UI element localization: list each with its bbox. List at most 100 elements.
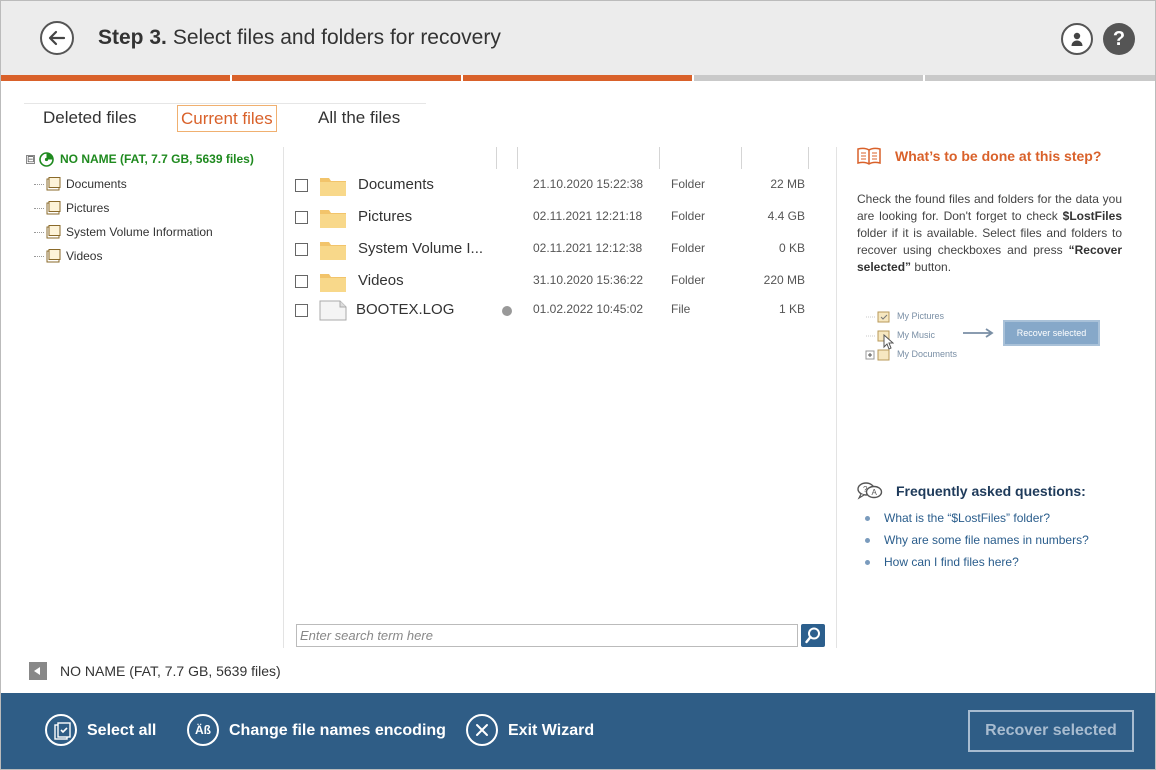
search-input[interactable] — [296, 624, 798, 647]
view-tabs: Deleted files Current files All the file… — [24, 103, 426, 133]
folder-icon — [46, 201, 61, 220]
file-type: Folder — [671, 241, 706, 255]
close-icon — [466, 714, 498, 746]
file-name: System Volume I... — [358, 240, 484, 257]
file-date: 21.10.2020 15:22:38 — [533, 177, 644, 191]
illustration-label: My Documents — [897, 349, 958, 359]
file-checkbox[interactable] — [295, 211, 308, 224]
folder-icon — [319, 269, 347, 298]
column-separator[interactable] — [808, 147, 809, 169]
file-type: Folder — [671, 177, 706, 191]
file-row[interactable]: Videos 31.10.2020 15:36:22 Folder 220 MB — [295, 268, 815, 294]
file-row[interactable]: System Volume I... 02.11.2021 12:12:38 F… — [295, 236, 815, 262]
faq-link-text[interactable]: What is the “$LostFiles” folder? — [884, 511, 1050, 525]
faq-link-text[interactable]: Why are some file names in numbers? — [884, 533, 1089, 547]
column-separator[interactable] — [741, 147, 742, 169]
help-button[interactable]: ? — [1103, 23, 1135, 55]
illustration-recover-button: Recover selected — [1003, 320, 1100, 346]
arrow-right-icon — [963, 328, 994, 338]
tree-connector — [34, 232, 44, 233]
file-icon — [319, 298, 347, 327]
progress-separator — [230, 75, 232, 81]
wizard-progress-bar — [0, 75, 1156, 81]
bullet-icon — [865, 538, 870, 543]
file-size: 0 KB — [778, 241, 805, 255]
file-date: 02.11.2021 12:12:38 — [533, 241, 643, 255]
bullet-icon — [865, 516, 870, 521]
tab-all-files[interactable]: All the files — [318, 105, 400, 132]
file-row[interactable]: Documents 21.10.2020 15:22:38 Folder 22 … — [295, 172, 815, 198]
tab-deleted-files[interactable]: Deleted files — [43, 105, 137, 132]
encoding-icon: Äß — [187, 714, 219, 746]
pane-divider[interactable] — [836, 147, 837, 648]
file-name: Pictures — [358, 208, 413, 225]
step-label: Step 3. — [98, 26, 167, 49]
illustration-item: My Pictures — [862, 311, 944, 325]
back-button[interactable] — [40, 21, 74, 55]
page-title: Step 3. Select files and folders for reco… — [98, 26, 501, 50]
file-date: 02.11.2021 12:21:18 — [533, 209, 643, 223]
file-name: BOOTEX.LOG — [356, 301, 455, 318]
progress-separator — [692, 75, 694, 81]
change-encoding-button[interactable]: Äß Change file names encoding — [187, 714, 447, 748]
recover-selected-button[interactable]: Recover selected — [968, 710, 1134, 752]
exit-wizard-button[interactable]: Exit Wizard — [466, 714, 606, 748]
tree-item-label: Documents — [66, 177, 127, 191]
bullet-icon — [865, 560, 870, 565]
file-size: 4.4 GB — [767, 209, 805, 223]
file-type: Folder — [671, 273, 706, 287]
folder-icon — [46, 225, 61, 244]
tree-item-label: Videos — [66, 249, 103, 263]
change-encoding-label: Change file names encoding — [229, 722, 446, 739]
encoding-icon-text: Äß — [195, 723, 211, 737]
svg-text:?: ? — [863, 485, 868, 494]
user-button[interactable] — [1061, 23, 1093, 55]
file-name: Documents — [358, 176, 434, 193]
folder-icon — [319, 237, 347, 266]
column-separator[interactable] — [517, 147, 518, 169]
collapse-panel-button[interactable] — [29, 662, 47, 680]
faq-link-text[interactable]: How can I find files here? — [884, 555, 1019, 569]
progress-fill — [0, 75, 694, 81]
file-checkbox[interactable] — [295, 243, 308, 256]
exit-wizard-label: Exit Wizard — [508, 722, 595, 739]
illustration-item: My Documents — [862, 349, 957, 363]
file-size: 220 MB — [763, 273, 805, 287]
svg-text:A: A — [872, 488, 878, 497]
step-title-text: Select files and folders for recovery — [172, 26, 501, 49]
folder-icon — [46, 249, 61, 268]
file-name: Videos — [358, 272, 404, 289]
tree-connector — [34, 184, 44, 185]
select-all-button[interactable]: Select all — [45, 714, 165, 748]
status-text: NO NAME (FAT, 7.7 GB, 5639 files) — [60, 663, 281, 679]
illustration-item: My Music — [862, 330, 935, 350]
file-checkbox[interactable] — [295, 179, 308, 192]
search-button[interactable] — [801, 624, 825, 647]
column-separator[interactable] — [496, 147, 497, 169]
wizard-header: Step 3. Select files and folders for reco… — [0, 0, 1156, 75]
disk-icon — [39, 152, 54, 172]
select-all-label: Select all — [87, 722, 157, 739]
tab-current-files[interactable]: Current files — [177, 105, 277, 132]
file-checkbox[interactable] — [295, 304, 308, 317]
status-dot-icon — [502, 306, 512, 316]
file-row[interactable]: BOOTEX.LOG 01.02.2022 10:45:02 File 1 KB — [295, 297, 815, 323]
select-all-icon — [45, 714, 77, 746]
tree-item-label: Pictures — [66, 201, 110, 215]
pane-divider[interactable] — [283, 147, 284, 648]
file-size: 1 KB — [778, 302, 805, 316]
file-type: File — [671, 302, 691, 316]
file-row[interactable]: Pictures 02.11.2021 12:21:18 Folder 4.4 … — [295, 204, 815, 230]
tree-connector — [34, 256, 44, 257]
file-date: 31.10.2020 15:36:22 — [533, 273, 644, 287]
file-checkbox[interactable] — [295, 275, 308, 288]
collapse-icon[interactable]: ⊟ — [26, 155, 35, 164]
book-icon — [857, 147, 881, 170]
help-illustration: My Pictures My Music My Documents Recove… — [862, 306, 1112, 366]
column-separator[interactable] — [659, 147, 660, 169]
tree-root-label: NO NAME (FAT, 7.7 GB, 5639 files) — [60, 152, 254, 166]
help-text: Check the found files and folders for th… — [857, 191, 1122, 276]
file-type: Folder — [671, 209, 706, 223]
progress-separator — [923, 75, 925, 81]
file-date: 01.02.2022 10:45:02 — [533, 302, 644, 316]
